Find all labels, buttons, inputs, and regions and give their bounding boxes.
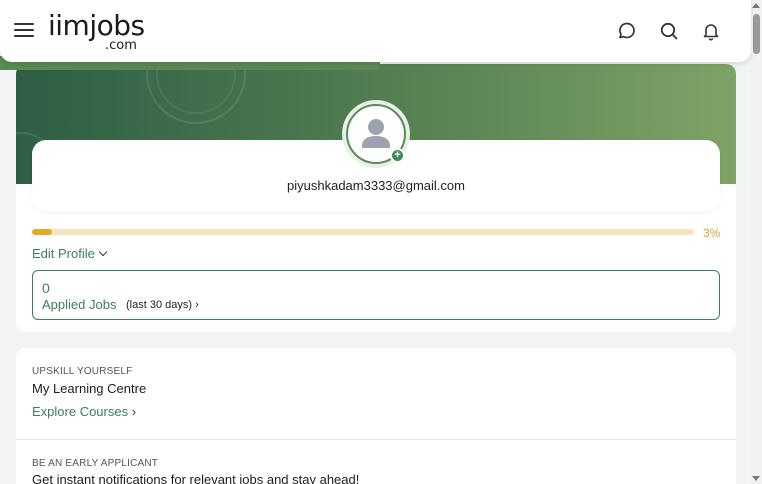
upskill-kicker: UPSKILL YOURSELF xyxy=(32,366,133,377)
chevron-down-icon xyxy=(98,247,108,257)
applied-jobs-period: (last 30 days) › xyxy=(126,299,199,311)
applied-jobs-card[interactable]: 0 Applied Jobs (last 30 days) › xyxy=(32,270,720,320)
chevron-right-icon: › xyxy=(195,299,199,311)
chat-icon[interactable] xyxy=(616,20,638,42)
explore-courses-label: Explore Courses xyxy=(32,404,129,419)
menu-icon[interactable] xyxy=(14,20,34,38)
search-icon[interactable] xyxy=(658,20,680,42)
applied-jobs-count: 0 xyxy=(42,280,50,296)
profile-progress-percent: 3% xyxy=(703,226,721,240)
profile-progress-fill xyxy=(32,229,52,235)
add-photo-icon[interactable]: + xyxy=(390,148,405,163)
top-header: iimjobs .com xyxy=(0,0,751,62)
profile-progress-bar xyxy=(32,229,694,235)
bell-icon[interactable] xyxy=(700,20,722,42)
scrollbar-thumb[interactable] xyxy=(753,14,760,54)
learning-card: UPSKILL YOURSELF My Learning Centre Expl… xyxy=(16,348,736,484)
logo-main-text: iimjobs xyxy=(48,9,145,42)
profile-card: + piyushkadam3333@gmail.com 3% Edit Prof… xyxy=(16,64,736,332)
applied-jobs-label: Applied Jobs xyxy=(42,297,117,312)
early-applicant-kicker: BE AN EARLY APPLICANT xyxy=(32,458,159,469)
scroll-down-icon[interactable] xyxy=(752,476,760,481)
explore-courses-link[interactable]: Explore Courses › xyxy=(32,404,136,419)
site-logo[interactable]: iimjobs .com xyxy=(48,9,145,54)
edit-profile-label: Edit Profile xyxy=(32,246,95,261)
user-email: piyushkadam3333@gmail.com xyxy=(287,178,465,193)
scroll-up-icon[interactable] xyxy=(752,3,760,8)
learning-centre-title: My Learning Centre xyxy=(32,381,147,396)
page-scrollbar[interactable] xyxy=(751,0,762,484)
edit-profile-button[interactable]: Edit Profile xyxy=(32,246,108,261)
early-applicant-title: Get instant notifications for relevant j… xyxy=(32,472,360,484)
chevron-right-icon: › xyxy=(131,404,137,419)
section-divider xyxy=(16,439,736,440)
logo-sub-text: .com xyxy=(105,38,137,53)
